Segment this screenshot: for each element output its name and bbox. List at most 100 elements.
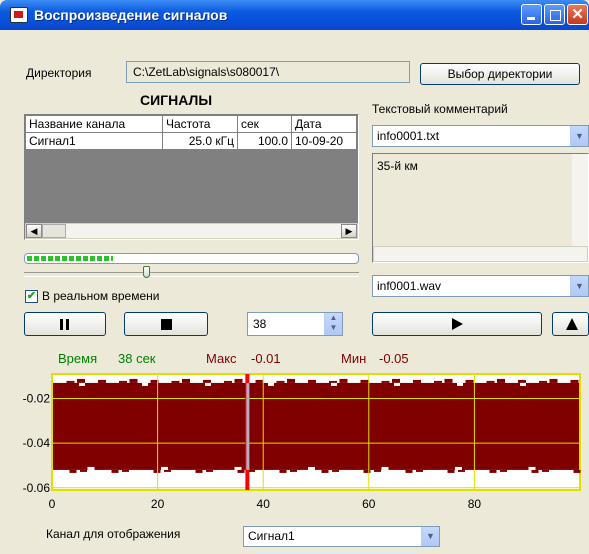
play-icon [452,318,463,330]
signal-gap [528,466,536,470]
scroll-right-button[interactable]: ▶ [341,224,357,238]
signal-edge [255,379,264,383]
progress-fill [27,256,114,261]
signal-edge [405,469,413,473]
comment-label: Текстовый комментарий [372,102,508,116]
play-button[interactable] [372,312,542,336]
signal-edge [77,378,85,383]
signal-edge [381,380,390,383]
x-tick-label: 0 [49,497,56,511]
playback-progress-bar [24,253,359,264]
pause-icon [60,319,63,330]
signal-edge [80,469,87,472]
signal-edge [413,379,421,383]
signal-edge [287,378,295,383]
app-icon [10,7,28,23]
channel-select[interactable]: Сигнал1 ▼ [243,526,440,547]
scroll-thumb[interactable] [42,224,66,238]
channel-label: Канал для отображения [46,527,181,541]
signal-edge [542,469,549,472]
signal-gap [520,382,526,386]
signal-gap [381,466,389,470]
column-header-name[interactable]: Название канала [25,115,163,133]
pause-button[interactable] [24,312,106,336]
x-tick-label: 40 [257,497,271,511]
comment-vertical-scrollbar[interactable] [572,154,588,246]
signal-edge [549,378,558,383]
signal-edge [570,379,579,383]
cell-seconds: 100.0 [237,132,292,150]
max-label: Макс [206,351,237,366]
column-header-date[interactable]: Дата [291,115,357,133]
signal-edge [434,380,442,383]
playback-cursor-core [246,382,250,470]
signal-gap [87,466,95,470]
signal-gap [457,382,463,386]
signal-gap [394,382,400,386]
position-slider-thumb[interactable] [143,266,150,278]
eject-icon [566,318,578,330]
signals-table[interactable]: Название канала Частота сек Дата Сигнал1… [24,114,359,240]
signal-edge [69,469,77,473]
select-directory-button[interactable]: Выбор директории [420,63,580,85]
cell-channel-name: Сигнал1 [25,132,163,150]
comment-text: 35-й км [377,159,418,173]
min-value: -0.05 [379,351,409,366]
maximize-button[interactable] [544,4,565,25]
comment-textarea[interactable]: 35-й км [372,153,589,263]
comment-file-select[interactable]: info0001.txt ▼ [372,125,589,147]
column-header-frequency[interactable]: Частота [162,115,238,133]
stop-button[interactable] [124,312,208,336]
signal-gap [142,382,148,386]
realtime-label: В реальном времени [42,289,160,303]
realtime-checkbox[interactable]: ✔ [25,290,38,303]
position-spinbox[interactable]: 38 ▲ ▼ [247,312,343,336]
spin-arrows-icon[interactable]: ▲ ▼ [324,313,342,335]
signal-gap [234,466,242,470]
signal-edge [332,469,339,472]
y-tick-label: -0.02 [23,392,51,406]
signal-edge [276,380,285,383]
signal-edge [465,379,474,383]
chevron-down-icon[interactable]: ▼ [570,276,588,296]
signal-chart[interactable]: 0 20 40 60 80 -0.02 -0.04 -0.06 [0,368,589,518]
comment-horizontal-scrollbar[interactable] [373,246,588,262]
table-horizontal-scrollbar[interactable]: ◀ ▶ [25,223,358,239]
signal-edge [329,380,337,383]
signal-edge [234,378,243,383]
position-slider-track[interactable] [24,272,359,277]
signal-edge [500,469,507,472]
signal-edge [290,469,297,472]
chevron-down-icon[interactable]: ▼ [570,126,588,146]
chevron-down-icon[interactable]: ▼ [421,527,439,546]
min-label: Мин [341,351,367,366]
signal-edge [122,469,129,472]
minimize-button[interactable] [521,4,542,25]
table-row[interactable]: Сигнал1 25.0 кГц 100.0 10-09-20 [25,132,357,150]
wav-file-select[interactable]: inf0001.wav ▼ [372,275,589,297]
signal-edge [279,469,287,473]
table-header-row: Название канала Частота сек Дата [25,115,357,133]
time-label: Время [58,351,98,366]
column-header-seconds[interactable]: сек [237,115,292,133]
window-title: Воспроизведение сигналов [34,7,228,23]
signal-edge [224,380,232,383]
signal-gap [455,466,462,470]
signal-edge [308,379,316,383]
title-bar[interactable]: Воспроизведение сигналов ✕ [0,0,589,30]
x-tick-label: 80 [468,497,482,511]
y-tick-label: -0.04 [23,436,51,450]
signal-edge [237,469,245,473]
signal-edge [195,469,203,473]
signal-edge [98,379,106,383]
signal-edge [489,469,497,473]
signal-edge [182,378,190,383]
eject-button[interactable] [552,312,589,336]
y-tick-label: -0.06 [23,481,51,495]
directory-path-field[interactable]: C:\ZetLab\signals\s080017\ [126,61,410,83]
wav-file-value: inf0001.wav [377,279,442,293]
close-button[interactable]: ✕ [567,4,588,25]
scroll-left-button[interactable]: ◀ [26,224,42,238]
signal-edge [171,380,180,383]
signal-edge [573,469,581,473]
